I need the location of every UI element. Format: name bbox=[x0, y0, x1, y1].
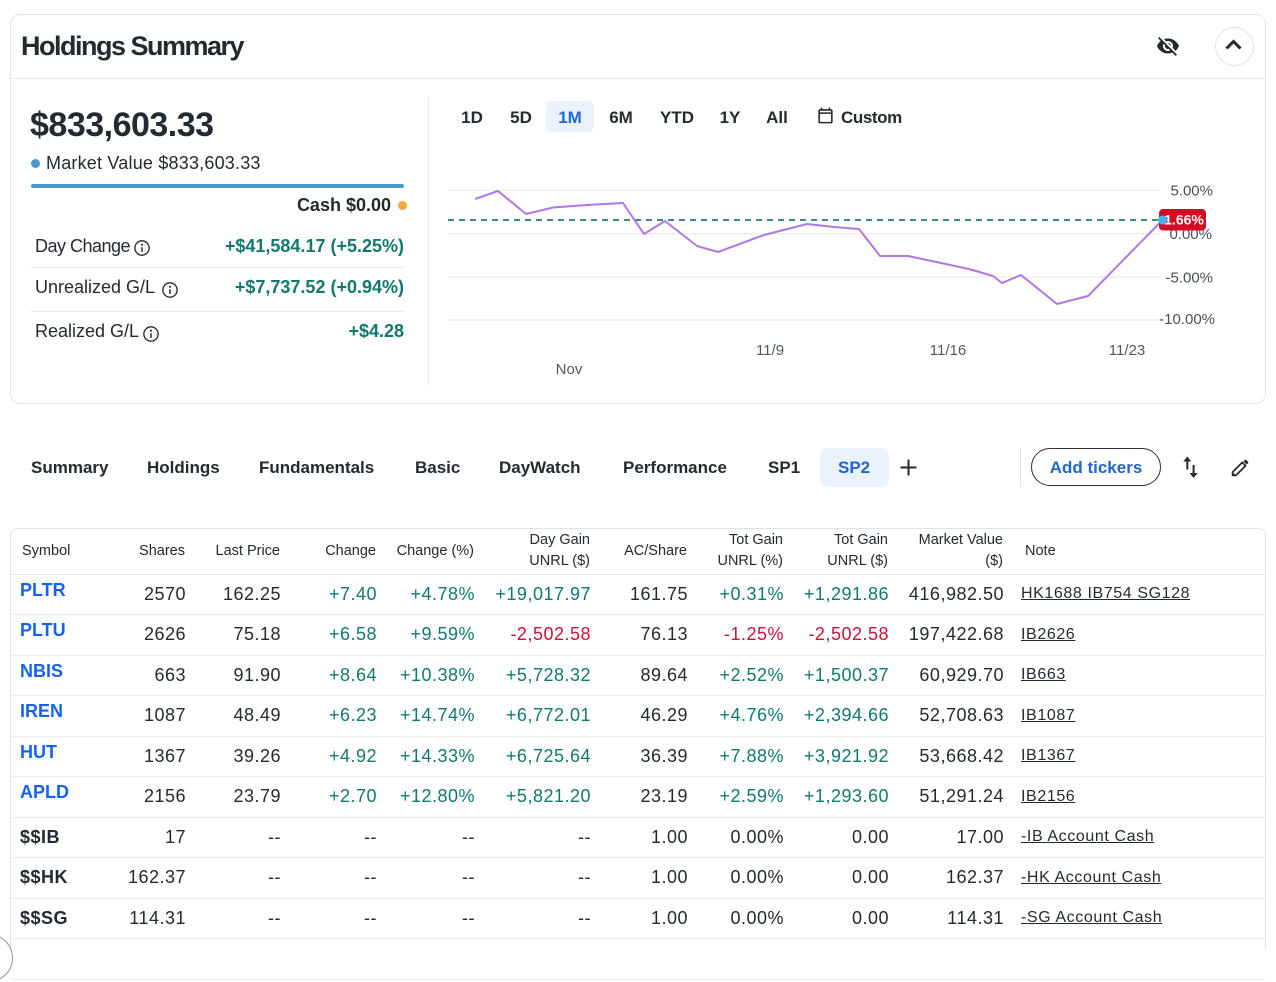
svg-text:-10.00%: -10.00% bbox=[1159, 311, 1215, 328]
svg-text:11/16: 11/16 bbox=[930, 342, 966, 359]
svg-text:1.66%: 1.66% bbox=[1164, 212, 1204, 228]
svg-text:11/9: 11/9 bbox=[756, 342, 784, 359]
svg-text:Nov: Nov bbox=[556, 361, 583, 378]
svg-text:11/23: 11/23 bbox=[1109, 342, 1145, 359]
svg-text:-5.00%: -5.00% bbox=[1165, 270, 1213, 287]
svg-text:5.00%: 5.00% bbox=[1170, 183, 1213, 200]
